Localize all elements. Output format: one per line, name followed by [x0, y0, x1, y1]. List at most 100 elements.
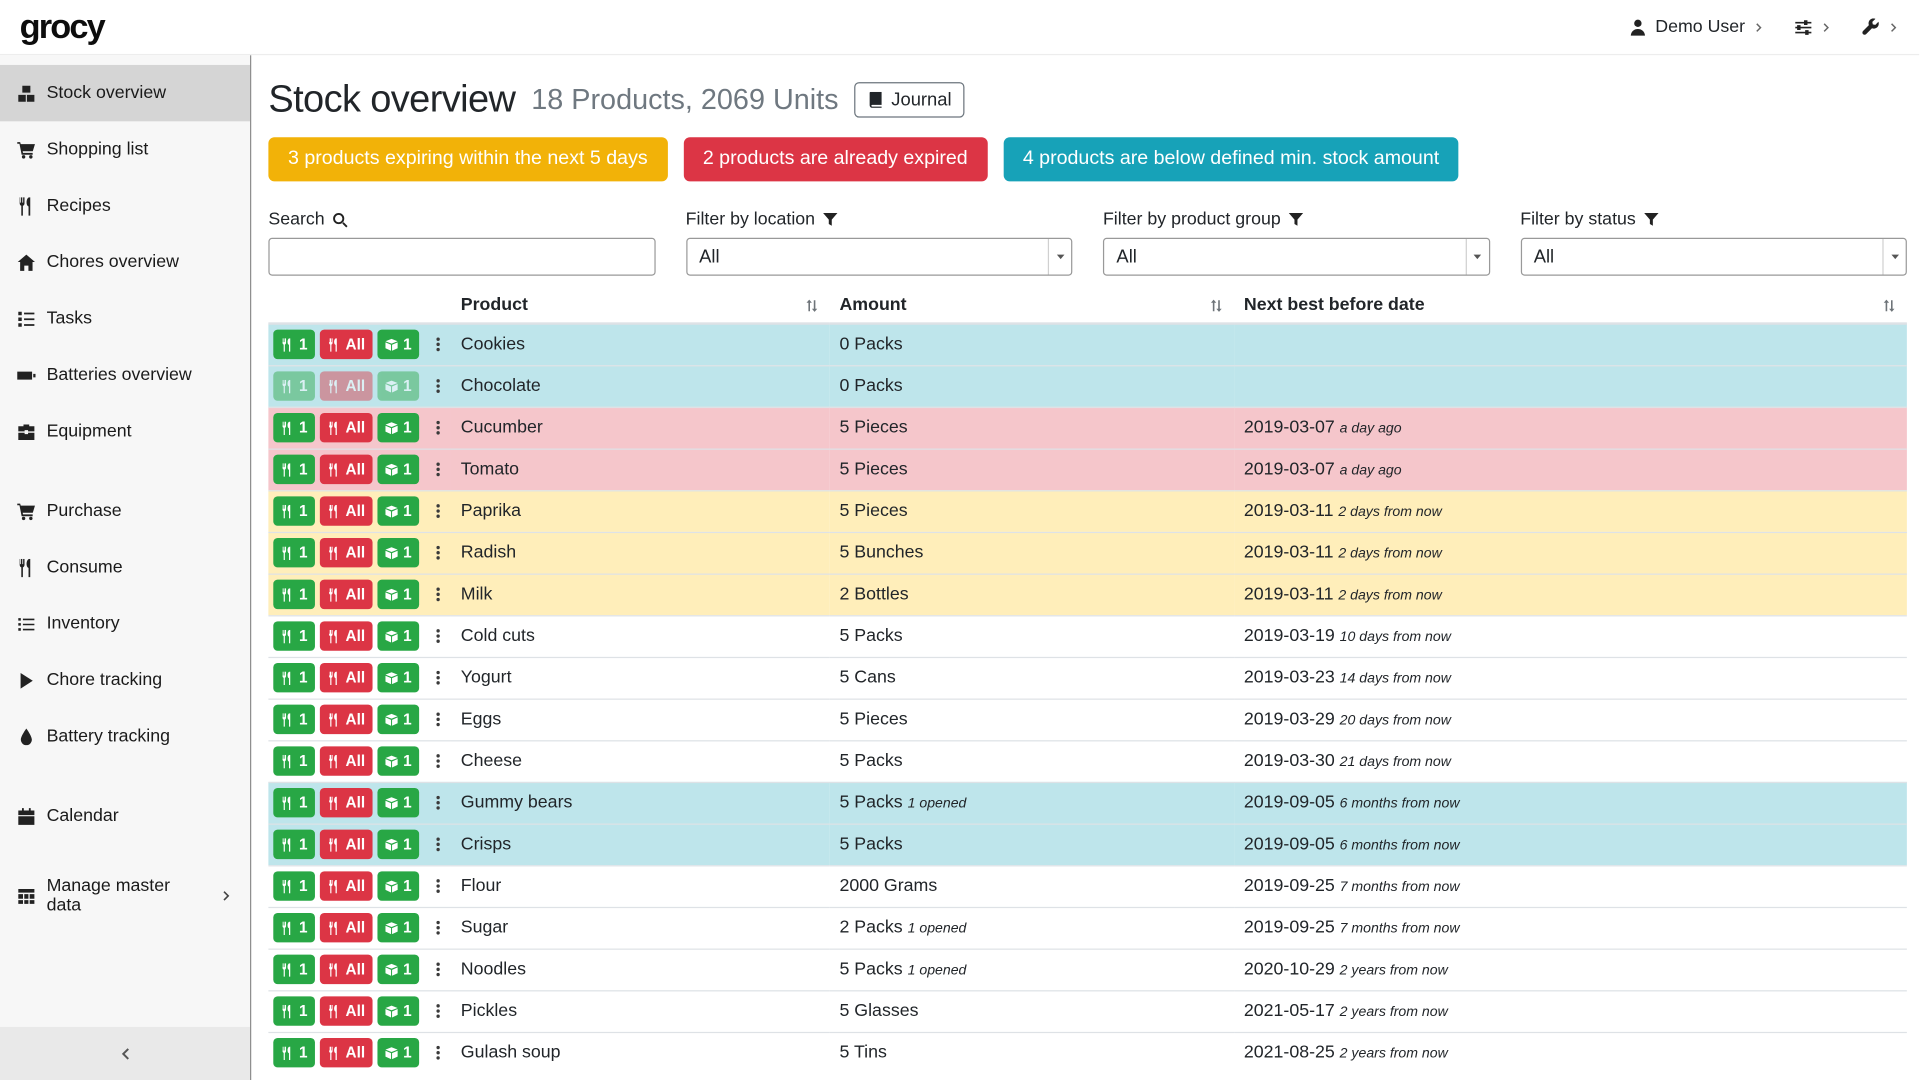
column-header-product[interactable]: Product	[451, 293, 830, 324]
consume-one-button[interactable]: 1	[273, 955, 315, 984]
sidebar-collapse-button[interactable]	[0, 1027, 250, 1080]
consume-one-button[interactable]: 1	[273, 538, 315, 567]
consume-one-button[interactable]: 1	[273, 913, 315, 942]
consume-all-button[interactable]: All	[320, 1038, 373, 1067]
consume-one-button[interactable]: 1	[273, 830, 315, 859]
column-header-next-best-before-date[interactable]: Next best before date	[1234, 293, 1907, 324]
sidebar-item-chores-overview[interactable]: Chores overview	[0, 234, 250, 290]
consume-one-button[interactable]: 1	[273, 371, 315, 400]
status-filter-select[interactable]: All	[1520, 238, 1907, 276]
consume-all-button[interactable]: All	[320, 788, 373, 817]
consume-all-button[interactable]: All	[320, 330, 373, 359]
consume-one-button[interactable]: 1	[273, 413, 315, 442]
consume-all-button[interactable]: All	[320, 621, 373, 650]
consume-one-button[interactable]: 1	[273, 871, 315, 900]
consume-all-button[interactable]: All	[320, 871, 373, 900]
sidebar-item-battery-tracking[interactable]: Battery tracking	[0, 708, 250, 764]
row-menu-button[interactable]	[424, 913, 452, 942]
consume-all-button[interactable]: All	[320, 371, 373, 400]
consume-all-button[interactable]: All	[320, 996, 373, 1025]
product-group-filter-select[interactable]: All	[1103, 238, 1490, 276]
row-menu-button[interactable]	[424, 955, 452, 984]
row-menu-button[interactable]	[424, 455, 452, 484]
open-one-button[interactable]: 1	[377, 871, 419, 900]
sidebar-item-stock-overview[interactable]: Stock overview	[0, 65, 250, 121]
consume-all-button[interactable]: All	[320, 496, 373, 525]
sidebar-item-purchase[interactable]: Purchase	[0, 483, 250, 539]
admin-menu[interactable]	[1862, 18, 1900, 36]
consume-one-button[interactable]: 1	[273, 1038, 315, 1067]
row-menu-button[interactable]	[424, 663, 452, 692]
open-one-button[interactable]: 1	[377, 538, 419, 567]
sidebar-item-shopping-list[interactable]: Shopping list	[0, 121, 250, 177]
consume-one-button[interactable]: 1	[273, 496, 315, 525]
open-one-button[interactable]: 1	[377, 788, 419, 817]
consume-one-button[interactable]: 1	[273, 705, 315, 734]
search-input[interactable]	[268, 238, 655, 276]
open-one-button[interactable]: 1	[377, 663, 419, 692]
consume-all-button[interactable]: All	[320, 413, 373, 442]
consume-one-button[interactable]: 1	[273, 330, 315, 359]
sidebar-item-tasks[interactable]: Tasks	[0, 290, 250, 346]
consume-one-button[interactable]: 1	[273, 621, 315, 650]
consume-one-button[interactable]: 1	[273, 455, 315, 484]
open-one-button[interactable]: 1	[377, 580, 419, 609]
column-header-amount[interactable]: Amount	[830, 293, 1234, 324]
row-menu-button[interactable]	[424, 1038, 452, 1067]
sidebar-item-chore-tracking[interactable]: Chore tracking	[0, 652, 250, 708]
consume-all-button[interactable]: All	[320, 455, 373, 484]
sidebar-item-recipes[interactable]: Recipes	[0, 178, 250, 234]
consume-one-button[interactable]: 1	[273, 996, 315, 1025]
row-menu-button[interactable]	[424, 871, 452, 900]
open-one-button[interactable]: 1	[377, 705, 419, 734]
row-menu-button[interactable]	[424, 413, 452, 442]
sidebar-item-batteries-overview[interactable]: Batteries overview	[0, 347, 250, 403]
sidebar-item-manage-master-data[interactable]: Manage master data	[0, 868, 250, 924]
row-menu-button[interactable]	[424, 538, 452, 567]
consume-all-button[interactable]: All	[320, 663, 373, 692]
sidebar-item-consume[interactable]: Consume	[0, 539, 250, 595]
row-menu-button[interactable]	[424, 705, 452, 734]
open-one-button[interactable]: 1	[377, 955, 419, 984]
row-menu-button[interactable]	[424, 996, 452, 1025]
open-one-button[interactable]: 1	[377, 455, 419, 484]
consume-one-button[interactable]: 1	[273, 663, 315, 692]
row-menu-button[interactable]	[424, 330, 452, 359]
open-one-button[interactable]: 1	[377, 496, 419, 525]
consume-all-button[interactable]: All	[320, 830, 373, 859]
consume-all-button[interactable]: All	[320, 913, 373, 942]
journal-button[interactable]: Journal	[855, 81, 966, 117]
sidebar-item-calendar[interactable]: Calendar	[0, 788, 250, 844]
open-one-button[interactable]: 1	[377, 913, 419, 942]
open-one-button[interactable]: 1	[377, 1038, 419, 1067]
consume-all-button[interactable]: All	[320, 955, 373, 984]
user-menu[interactable]: Demo User	[1628, 17, 1764, 37]
consume-all-button[interactable]: All	[320, 538, 373, 567]
consume-all-button[interactable]: All	[320, 705, 373, 734]
row-menu-button[interactable]	[424, 496, 452, 525]
open-one-button[interactable]: 1	[377, 371, 419, 400]
open-one-button[interactable]: 1	[377, 330, 419, 359]
open-one-button[interactable]: 1	[377, 413, 419, 442]
consume-one-button[interactable]: 1	[273, 580, 315, 609]
row-menu-button[interactable]	[424, 371, 452, 400]
consume-one-button[interactable]: 1	[273, 746, 315, 775]
consume-one-button[interactable]: 1	[273, 788, 315, 817]
app-logo[interactable]: grocy	[20, 7, 104, 46]
settings-menu[interactable]	[1794, 18, 1832, 36]
row-menu-button[interactable]	[424, 830, 452, 859]
open-one-button[interactable]: 1	[377, 746, 419, 775]
open-one-button[interactable]: 1	[377, 830, 419, 859]
sidebar-item-equipment[interactable]: Equipment	[0, 403, 250, 459]
consume-all-button[interactable]: All	[320, 746, 373, 775]
row-menu-button[interactable]	[424, 746, 452, 775]
row-menu-button[interactable]	[424, 788, 452, 817]
row-menu-button[interactable]	[424, 621, 452, 650]
row-menu-button[interactable]	[424, 580, 452, 609]
open-one-button[interactable]: 1	[377, 621, 419, 650]
summary-badge[interactable]: 4 products are below defined min. stock …	[1003, 137, 1459, 181]
summary-badge[interactable]: 2 products are already expired	[683, 137, 987, 181]
consume-all-button[interactable]: All	[320, 580, 373, 609]
open-one-button[interactable]: 1	[377, 996, 419, 1025]
sidebar-item-inventory[interactable]: Inventory	[0, 596, 250, 652]
